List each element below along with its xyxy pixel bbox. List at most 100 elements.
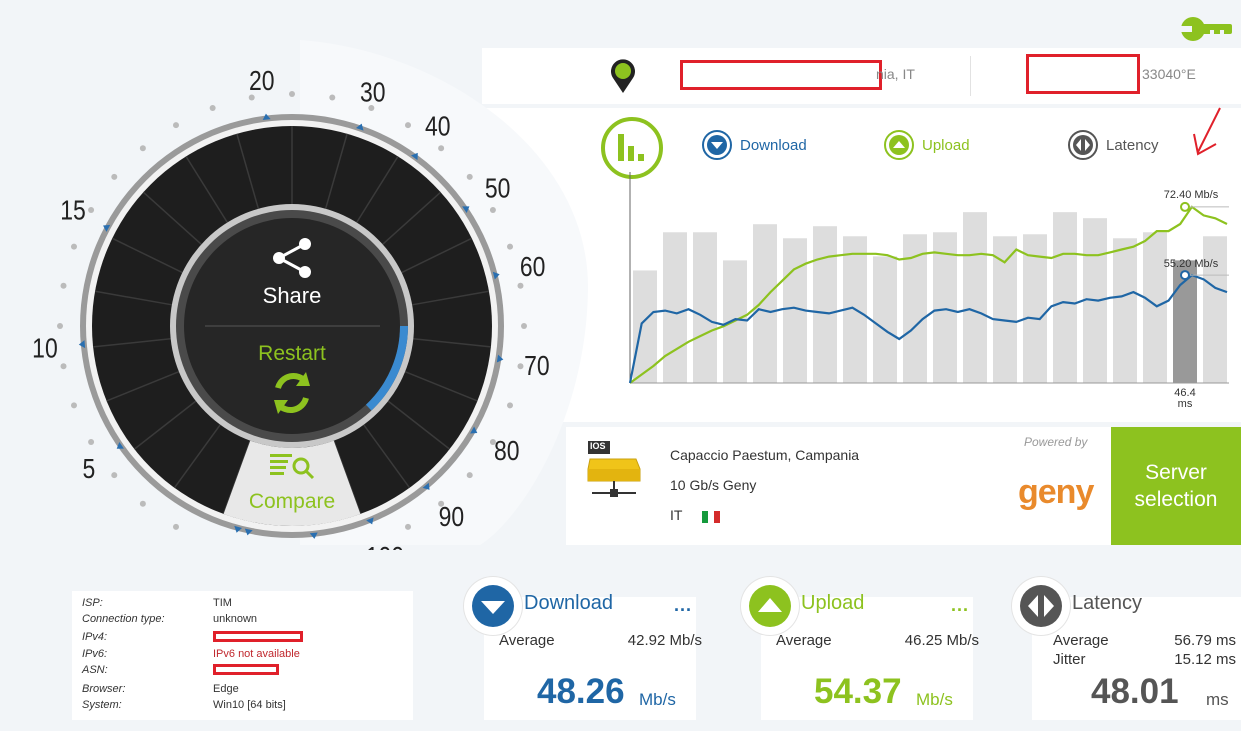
redacted-asn [213, 664, 279, 675]
server-selection-button[interactable]: Server selection [1111, 427, 1241, 545]
latency-unit: ms [1206, 690, 1229, 709]
upload-average-value: 46.25 Mb/s [904, 632, 979, 649]
server-badge: IOS [590, 441, 606, 451]
gauge-dot [517, 363, 524, 370]
gauge-dot [405, 122, 411, 129]
gauge-tick-label: 60 [520, 252, 546, 283]
share-button[interactable]: Share [263, 283, 322, 308]
gauge-dot [507, 402, 514, 409]
gauge-dot [289, 91, 295, 97]
latency-bar [963, 212, 987, 383]
gauge-dot [173, 523, 179, 530]
restart-button[interactable]: Restart [258, 342, 326, 365]
system-value: Win10 [64 bits] [213, 699, 286, 711]
gauge-tick-label: 10 [32, 334, 58, 365]
legend-upload[interactable]: Upload [884, 130, 970, 160]
gauge-dot [517, 282, 524, 289]
gauge-dot [70, 402, 77, 409]
upload-average-label: Average [776, 632, 832, 649]
legend-latency[interactable]: Latency [1068, 130, 1159, 160]
latency-bar [813, 226, 837, 383]
latency-card-icon [1012, 577, 1070, 635]
download-speed-value: 48.26 [537, 672, 625, 711]
gauge-dot [521, 323, 527, 329]
gauge-tick-label: 20 [249, 66, 275, 97]
server-button-line1: Server [1145, 461, 1207, 484]
server-country: IT [670, 507, 683, 523]
gauge-tick-label: 70 [524, 351, 550, 382]
server-icon: IOS [586, 439, 642, 499]
gauge-dot [209, 104, 216, 111]
download-peak-label: 55.20 Mb/s [1164, 258, 1219, 270]
wrench-icon[interactable] [1180, 14, 1232, 44]
connection-type-value: unknown [213, 613, 258, 625]
legend-latency-label: Latency [1106, 136, 1159, 154]
latency-bar [1053, 212, 1077, 383]
gauge-tick-label: 30 [360, 77, 386, 108]
server-provider: 10 Gb/s Geny [670, 477, 757, 493]
download-speed-unit: Mb/s [639, 690, 676, 709]
gauge-dot [507, 243, 514, 250]
gauge-tick-label: 5 [82, 454, 95, 485]
gauge-tick-label: 80 [494, 436, 520, 467]
download-peak-marker [1180, 270, 1190, 281]
upload-result-card: Average 46.25 Mb/s 54.37 Mb/s Upload ... [741, 577, 979, 720]
latency-average-label: Average [1053, 632, 1109, 649]
latency-bar [663, 232, 687, 383]
gauge-dot [57, 323, 63, 329]
redacted-location [680, 60, 882, 90]
latency-bar [1113, 238, 1137, 383]
divider [970, 56, 971, 96]
coordinates-text: 33040°E [1142, 66, 1196, 82]
gauge-dot [466, 472, 473, 479]
gauge-dot [466, 173, 473, 180]
browser-label: Browser: [82, 683, 126, 695]
gauge-dot [70, 243, 77, 250]
gauge-tick-label: 100 [366, 542, 404, 550]
gauge-dot [173, 122, 179, 129]
system-label: System: [82, 699, 122, 711]
gauge-tick-label: 90 [439, 502, 465, 533]
upload-icon [884, 130, 914, 160]
geny-logo: geny [1018, 473, 1094, 511]
download-more-button[interactable]: ... [674, 595, 692, 616]
download-card-title: Download [524, 592, 613, 614]
gauge-dot [438, 145, 445, 152]
location-text: nia, IT [876, 66, 915, 82]
latency-marker-unit: ms [1178, 398, 1193, 410]
latency-card-title: Latency [1072, 592, 1143, 614]
download-card-icon [464, 577, 522, 635]
jitter-value: 15.12 ms [1174, 651, 1236, 668]
legend-download-label: Download [740, 136, 807, 154]
upload-more-button[interactable]: ... [951, 595, 969, 616]
chart-icon[interactable] [600, 116, 664, 180]
ipv6-label: IPv6: [82, 648, 108, 660]
isp-label: ISP: [82, 597, 103, 609]
compare-label[interactable]: Compare [249, 490, 335, 513]
italy-flag-icon [702, 511, 720, 523]
gauge-dot [139, 145, 146, 152]
upload-peak-label: 72.40 Mb/s [1164, 189, 1219, 201]
jitter-label: Jitter [1053, 651, 1086, 668]
browser-value: Edge [213, 683, 239, 695]
gauge-tick-label: 50 [485, 173, 511, 204]
powered-by-label: Powered by [1024, 435, 1088, 449]
speed-gauge: Share Restart Compare 051015203040506070… [32, 40, 589, 550]
gauge-dot [111, 472, 118, 479]
speed-plot: 72.40 Mb/s55.20 Mb/s46.4ms [628, 172, 1229, 410]
gauge-dot [88, 439, 95, 445]
gauge-dot [489, 207, 496, 213]
redacted-ipv4 [213, 631, 303, 642]
server-button-line2: selection [1134, 488, 1218, 511]
connection-type-label: Connection type: [82, 613, 165, 625]
gauge-dot [60, 282, 67, 289]
upload-peak-marker [1180, 201, 1190, 212]
legend-upload-label: Upload [922, 136, 970, 154]
download-result-card: Average 42.92 Mb/s 48.26 Mb/s Download .… [464, 577, 702, 720]
gauge-dot [111, 173, 118, 180]
legend-download[interactable]: Download [702, 130, 807, 160]
latency-bar [753, 224, 777, 383]
redacted-coordinates [1026, 54, 1140, 94]
upload-card-icon [741, 577, 799, 635]
download-icon [702, 130, 732, 160]
